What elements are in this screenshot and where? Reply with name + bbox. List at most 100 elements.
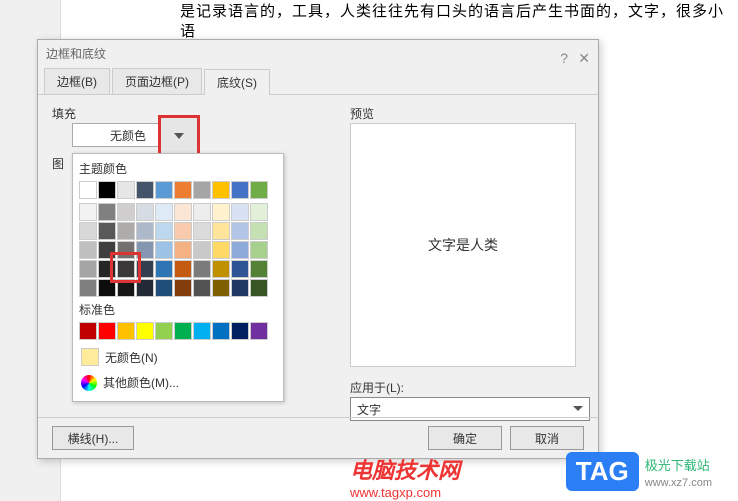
- color-swatch[interactable]: [117, 222, 135, 240]
- color-swatch[interactable]: [250, 260, 268, 278]
- color-swatch[interactable]: [117, 260, 135, 278]
- color-swatch[interactable]: [250, 222, 268, 240]
- color-swatch[interactable]: [174, 222, 192, 240]
- color-swatch[interactable]: [136, 241, 154, 259]
- color-wheel-icon: [81, 375, 97, 391]
- color-swatch[interactable]: [155, 279, 173, 297]
- tab-strip: 边框(B) 页面边框(P) 底纹(S): [38, 68, 598, 95]
- fill-dropdown-button[interactable]: [158, 115, 200, 157]
- theme-color-row: [79, 181, 277, 199]
- close-icon[interactable]: ✕: [578, 44, 590, 72]
- color-swatch[interactable]: [136, 222, 154, 240]
- color-swatch[interactable]: [155, 203, 173, 221]
- theme-colors-title: 主题颜色: [79, 160, 277, 177]
- color-swatch[interactable]: [117, 181, 135, 199]
- color-swatch[interactable]: [193, 322, 211, 340]
- color-swatch[interactable]: [174, 260, 192, 278]
- color-swatch[interactable]: [250, 241, 268, 259]
- color-swatch[interactable]: [79, 279, 97, 297]
- tab-page-border[interactable]: 页面边框(P): [112, 68, 202, 94]
- color-swatch[interactable]: [136, 322, 154, 340]
- color-swatch[interactable]: [193, 203, 211, 221]
- color-swatch[interactable]: [231, 222, 249, 240]
- color-swatch[interactable]: [212, 322, 230, 340]
- color-swatch[interactable]: [231, 279, 249, 297]
- color-swatch[interactable]: [117, 322, 135, 340]
- color-swatch[interactable]: [193, 181, 211, 199]
- color-swatch[interactable]: [155, 181, 173, 199]
- color-swatch[interactable]: [250, 279, 268, 297]
- color-swatch[interactable]: [212, 241, 230, 259]
- color-swatch[interactable]: [98, 181, 116, 199]
- preview-text: 文字是人类: [428, 235, 498, 255]
- tab-shading[interactable]: 底纹(S): [204, 69, 270, 95]
- color-swatch[interactable]: [174, 322, 192, 340]
- cancel-button[interactable]: 取消: [510, 426, 584, 450]
- tag-site: 极光下载站 www.xz7.com: [645, 455, 712, 489]
- theme-color-shades: [79, 203, 277, 297]
- color-swatch[interactable]: [117, 279, 135, 297]
- color-swatch[interactable]: [79, 260, 97, 278]
- fill-label: 填充: [52, 105, 76, 122]
- color-swatch[interactable]: [250, 181, 268, 199]
- color-swatch[interactable]: [231, 203, 249, 221]
- color-swatch[interactable]: [98, 241, 116, 259]
- color-swatch[interactable]: [117, 203, 135, 221]
- color-swatch[interactable]: [174, 279, 192, 297]
- watermark-url: www.tagxp.com: [350, 485, 441, 500]
- chevron-down-icon: [174, 133, 184, 144]
- color-swatch[interactable]: [79, 222, 97, 240]
- color-swatch[interactable]: [212, 222, 230, 240]
- no-color-swatch: [81, 348, 99, 366]
- color-swatch[interactable]: [212, 203, 230, 221]
- help-icon[interactable]: ?: [560, 44, 568, 72]
- tab-border[interactable]: 边框(B): [44, 68, 110, 94]
- horizontal-line-button[interactable]: 横线(H)...: [52, 426, 134, 450]
- color-swatch[interactable]: [231, 241, 249, 259]
- color-swatch[interactable]: [98, 260, 116, 278]
- preview-label: 预览: [350, 105, 374, 122]
- color-swatch[interactable]: [174, 241, 192, 259]
- color-swatch[interactable]: [231, 181, 249, 199]
- color-swatch[interactable]: [193, 260, 211, 278]
- color-swatch[interactable]: [98, 279, 116, 297]
- color-swatch[interactable]: [79, 203, 97, 221]
- color-swatch[interactable]: [155, 222, 173, 240]
- chevron-down-icon: [573, 406, 583, 416]
- color-swatch[interactable]: [136, 260, 154, 278]
- watermark-title: 电脑技术网: [350, 453, 460, 485]
- color-swatch[interactable]: [79, 181, 97, 199]
- color-swatch[interactable]: [174, 181, 192, 199]
- more-colors-option[interactable]: 其他颜色(M)...: [79, 370, 277, 395]
- color-swatch[interactable]: [231, 322, 249, 340]
- color-swatch[interactable]: [155, 322, 173, 340]
- color-swatch[interactable]: [250, 322, 268, 340]
- color-swatch[interactable]: [212, 260, 230, 278]
- watermark-tag: TAG 极光下载站 www.xz7.com: [566, 452, 712, 491]
- color-swatch[interactable]: [212, 181, 230, 199]
- color-swatch[interactable]: [98, 222, 116, 240]
- color-swatch[interactable]: [174, 203, 192, 221]
- color-swatch[interactable]: [193, 222, 211, 240]
- dialog-titlebar: 边框和底纹 ? ✕: [38, 40, 598, 68]
- standard-color-row: [79, 322, 277, 340]
- color-swatch[interactable]: [193, 241, 211, 259]
- color-swatch[interactable]: [136, 181, 154, 199]
- tag-badge: TAG: [566, 452, 639, 491]
- color-swatch[interactable]: [193, 279, 211, 297]
- ok-button[interactable]: 确定: [428, 426, 502, 450]
- color-swatch[interactable]: [136, 279, 154, 297]
- no-color-option[interactable]: 无颜色(N): [79, 344, 277, 370]
- color-swatch[interactable]: [250, 203, 268, 221]
- color-swatch[interactable]: [98, 203, 116, 221]
- color-swatch[interactable]: [136, 203, 154, 221]
- color-swatch[interactable]: [117, 241, 135, 259]
- color-swatch[interactable]: [79, 241, 97, 259]
- dialog-title: 边框和底纹: [46, 47, 106, 61]
- color-swatch[interactable]: [231, 260, 249, 278]
- color-swatch[interactable]: [98, 322, 116, 340]
- color-swatch[interactable]: [155, 241, 173, 259]
- color-swatch[interactable]: [155, 260, 173, 278]
- color-swatch[interactable]: [212, 279, 230, 297]
- color-swatch[interactable]: [79, 322, 97, 340]
